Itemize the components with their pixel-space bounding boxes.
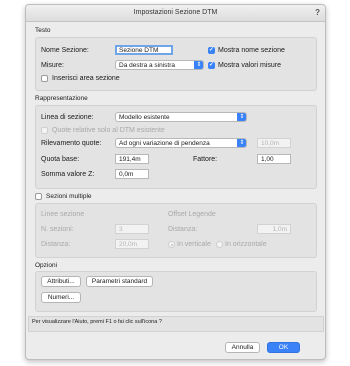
mostra-nome-checkbox[interactable] xyxy=(208,46,215,54)
inserisci-area-label: Inserisci area sezione xyxy=(52,75,120,82)
sezioni-multiple-checkbox[interactable] xyxy=(35,193,42,200)
chevron-updown-icon: ⇕ xyxy=(194,61,203,69)
section-rappresentazione-header: Rappresentazione xyxy=(35,95,88,102)
attributi-button[interactable]: Attributi... xyxy=(41,276,81,287)
chevron-updown-icon: ⇕ xyxy=(237,113,246,121)
somma-valore-z-label: Somma valore Z: xyxy=(41,171,95,178)
fattore-label: Fattore: xyxy=(193,156,218,163)
quota-base-input[interactable]: 191,4m xyxy=(115,154,149,164)
rilevamento-step-input[interactable]: 10,0m xyxy=(257,138,291,148)
chevron-updown-icon: ⇕ xyxy=(237,139,246,147)
nome-sezione-input[interactable]: Sezione DTM xyxy=(115,45,173,55)
mostra-nome-label: Mostra nome sezione xyxy=(218,47,285,54)
help-text: Per visualizzare l'Aiuto, premi F1 o fai… xyxy=(32,319,162,325)
radio-orizzontale[interactable] xyxy=(216,241,223,248)
parametri-standard-button[interactable]: Parametri standard xyxy=(86,276,153,287)
nome-sezione-label: Nome Sezione: xyxy=(41,47,89,54)
ok-button[interactable]: OK xyxy=(267,342,300,353)
quota-base-label: Quota base: xyxy=(41,156,80,163)
offset-distanza-label: Distanza: xyxy=(168,226,198,233)
offset-legende-header: Offset Legende xyxy=(168,211,216,218)
rilevamento-quote-select[interactable]: Ad ogni variazione di pendenza ⇕ xyxy=(115,138,247,148)
help-icon[interactable]: ? xyxy=(315,8,320,17)
section-opzioni-header: Opzioni xyxy=(35,262,58,269)
quote-relative-checkbox[interactable] xyxy=(41,127,48,134)
linea-sezione-select-value: Modello esistente xyxy=(119,114,170,121)
cancel-button[interactable]: Annulla xyxy=(225,342,260,353)
inserisci-area-checkbox[interactable] xyxy=(41,75,48,82)
rilevamento-quote-select-value: Ad ogni variazione di pendenza xyxy=(119,140,210,147)
mostra-valori-label: Mostra valori misure xyxy=(218,62,282,69)
numeri-button[interactable]: Numeri... xyxy=(41,292,81,303)
offset-distanza-input[interactable]: 1,0m xyxy=(257,224,291,234)
misure-select[interactable]: Da destra a sinistra ⇕ xyxy=(115,60,204,70)
misure-label: Misure: xyxy=(41,62,64,69)
linea-sezione-select[interactable]: Modello esistente ⇕ xyxy=(115,112,247,122)
n-sezioni-label: N. sezioni: xyxy=(41,226,74,233)
radio-verticale[interactable] xyxy=(168,241,175,248)
linea-sezione-label: Linea di sezione: xyxy=(41,114,94,121)
n-sezioni-input[interactable]: 3 xyxy=(115,224,149,234)
rilevamento-quote-label: Rilevamento quote: xyxy=(41,140,102,147)
distanza-input[interactable]: 20,0m xyxy=(115,239,149,249)
somma-valore-z-input[interactable]: 0,0m xyxy=(115,169,149,179)
linee-sezione-header: Linee sezione xyxy=(41,211,85,218)
misure-select-value: Da destra a sinistra xyxy=(119,62,175,69)
section-testo-header: Testo xyxy=(35,27,51,34)
radio-orizzontale-label: In orizzontale xyxy=(225,241,267,248)
mostra-valori-checkbox[interactable] xyxy=(208,61,215,69)
radio-verticale-label: In verticale xyxy=(177,241,211,248)
dialog-window: Impostazioni Sezione DTM ? Testo Nome Se… xyxy=(25,4,326,360)
fattore-input[interactable]: 1,00 xyxy=(257,154,291,164)
window-title: Impostazioni Sezione DTM xyxy=(133,9,218,16)
distanza-label: Distanza: xyxy=(41,241,71,248)
title-bar: Impostazioni Sezione DTM ? xyxy=(26,5,325,22)
quote-relative-label: Quote relative solo al DTM esistente xyxy=(52,127,165,134)
sezioni-multiple-label: Sezioni multiple xyxy=(46,193,92,200)
